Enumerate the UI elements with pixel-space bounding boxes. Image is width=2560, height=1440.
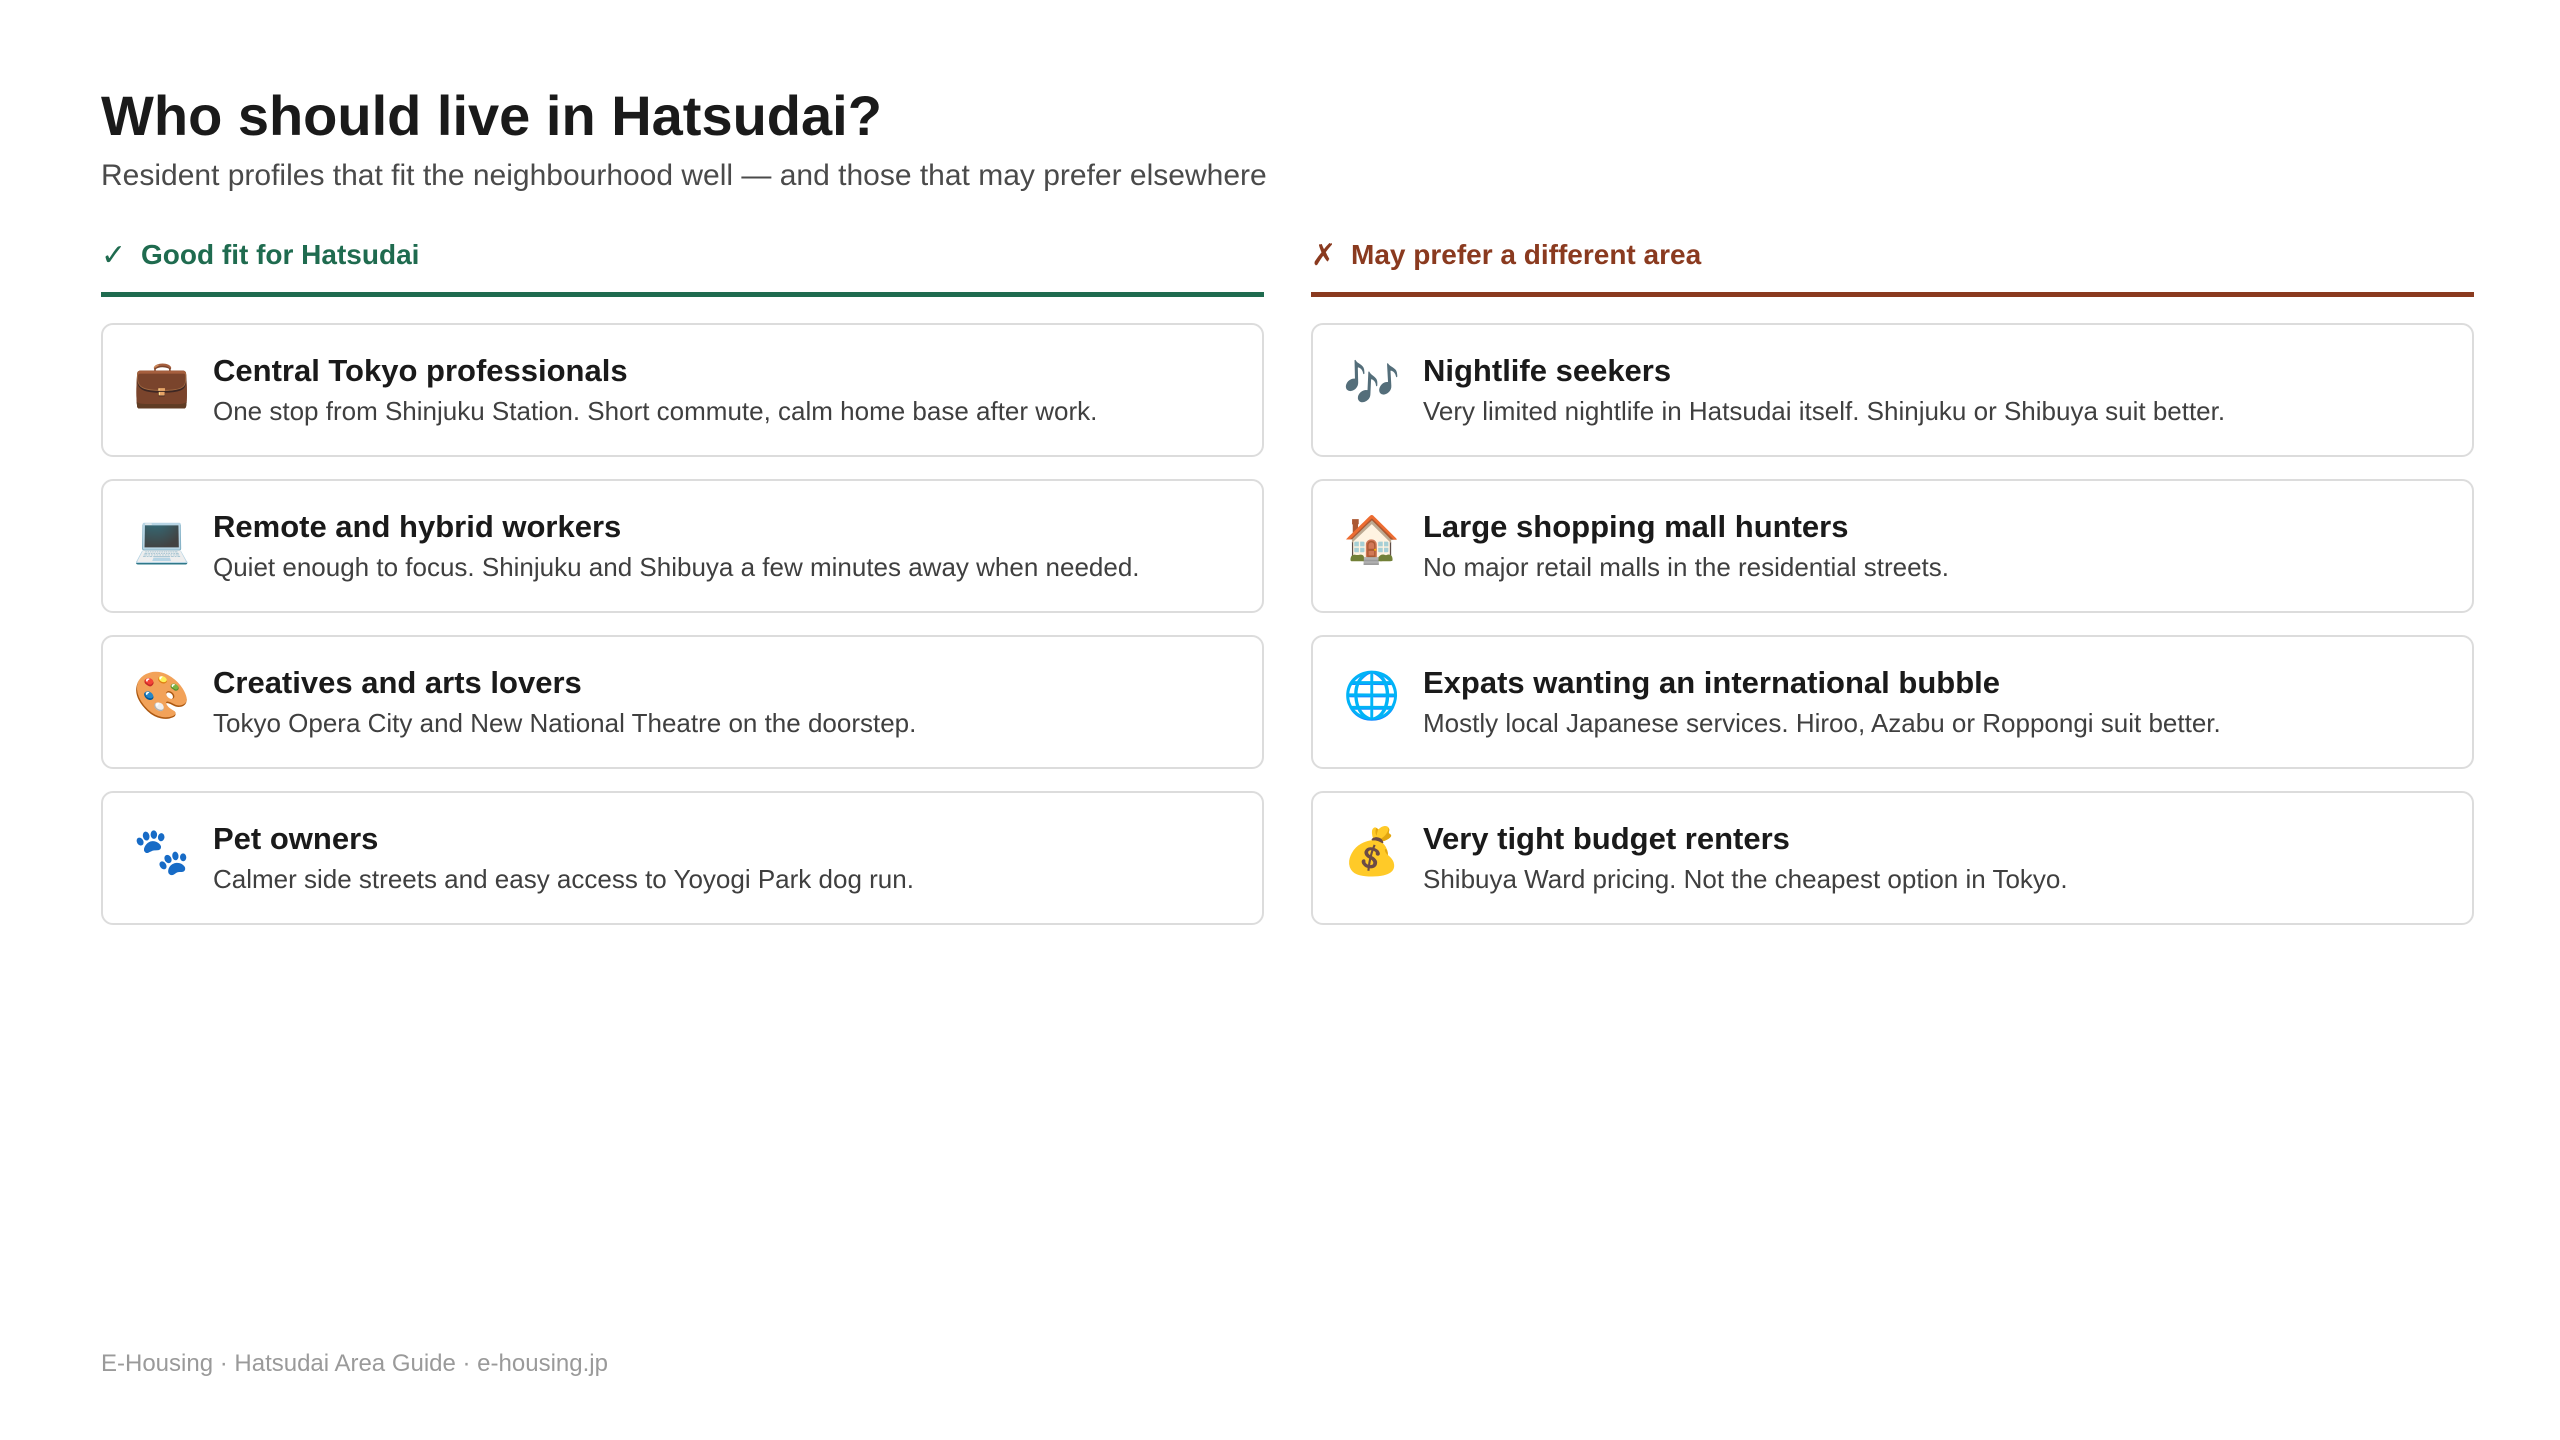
card-description: Very limited nightlife in Hatsudai itsel…	[1423, 396, 2226, 426]
card-description: Mostly local Japanese services. Hiroo, A…	[1423, 708, 2221, 738]
profile-card: 🌐 Expats wanting an international bubble…	[1311, 635, 2474, 769]
good-fit-header: ✓ Good fit for Hatsudai	[101, 230, 1264, 297]
profile-card: 🎶 Nightlife seekers Very limited nightli…	[1311, 323, 2474, 457]
card-title: Nightlife seekers	[1423, 353, 1672, 388]
profile-card: 💼 Central Tokyo professionals One stop f…	[101, 323, 1264, 457]
profile-card: 🐾 Pet owners Calmer side streets and eas…	[101, 791, 1264, 925]
paw-prints-icon: 🐾	[133, 825, 191, 877]
card-title: Creatives and arts lovers	[213, 665, 582, 700]
globe-icon: 🌐	[1343, 669, 1401, 721]
card-title: Large shopping mall hunters	[1423, 509, 1849, 544]
footer-credit: E-Housing · Hatsudai Area Guide · e-hous…	[101, 1350, 608, 1377]
check-icon: ✓	[101, 238, 127, 272]
page-title: Who should live in Hatsudai?	[101, 84, 882, 147]
page-subtitle: Resident profiles that fit the neighbour…	[101, 159, 1267, 192]
money-bag-icon: 💰	[1343, 825, 1401, 877]
laptop-icon: 💻	[133, 513, 191, 565]
card-title: Central Tokyo professionals	[213, 353, 628, 388]
good-fit-heading: Good fit for Hatsudai	[141, 239, 420, 270]
profile-card: 🎨 Creatives and arts lovers Tokyo Opera …	[101, 635, 1264, 769]
profile-card: 💻 Remote and hybrid workers Quiet enough…	[101, 479, 1264, 613]
good-fit-list: 💼 Central Tokyo professionals One stop f…	[101, 323, 1264, 925]
page: Who should live in Hatsudai? Resident pr…	[101, 80, 2474, 947]
good-fit-column: ✓ Good fit for Hatsudai 💼 Central Tokyo …	[101, 230, 1264, 947]
card-description: Calmer side streets and easy access to Y…	[213, 864, 914, 894]
bad-fit-heading: May prefer a different area	[1351, 239, 1702, 270]
house-icon: 🏠	[1343, 513, 1401, 565]
card-description: Shibuya Ward pricing. Not the cheapest o…	[1423, 864, 2068, 894]
card-description: Quiet enough to focus. Shinjuku and Shib…	[213, 552, 1140, 582]
profile-card: 💰 Very tight budget renters Shibuya Ward…	[1311, 791, 2474, 925]
card-title: Remote and hybrid workers	[213, 509, 622, 544]
card-description: One stop from Shinjuku Station. Short co…	[213, 396, 1098, 426]
bad-fit-column: ✗ May prefer a different area 🎶 Nightlif…	[1311, 230, 2474, 947]
palette-icon: 🎨	[133, 669, 191, 721]
briefcase-icon: 💼	[133, 357, 191, 409]
profile-card: 🏠 Large shopping mall hunters No major r…	[1311, 479, 2474, 613]
columns: ✓ Good fit for Hatsudai 💼 Central Tokyo …	[101, 230, 2474, 947]
card-title: Expats wanting an international bubble	[1423, 665, 2000, 700]
card-description: No major retail malls in the residential…	[1423, 552, 1949, 582]
card-title: Very tight budget renters	[1423, 821, 1790, 856]
music-notes-icon: 🎶	[1343, 357, 1401, 409]
cross-icon: ✗	[1311, 238, 1337, 272]
card-title: Pet owners	[213, 821, 379, 856]
bad-fit-header: ✗ May prefer a different area	[1311, 230, 2474, 297]
card-description: Tokyo Opera City and New National Theatr…	[213, 708, 917, 738]
bad-fit-list: 🎶 Nightlife seekers Very limited nightli…	[1311, 323, 2474, 925]
